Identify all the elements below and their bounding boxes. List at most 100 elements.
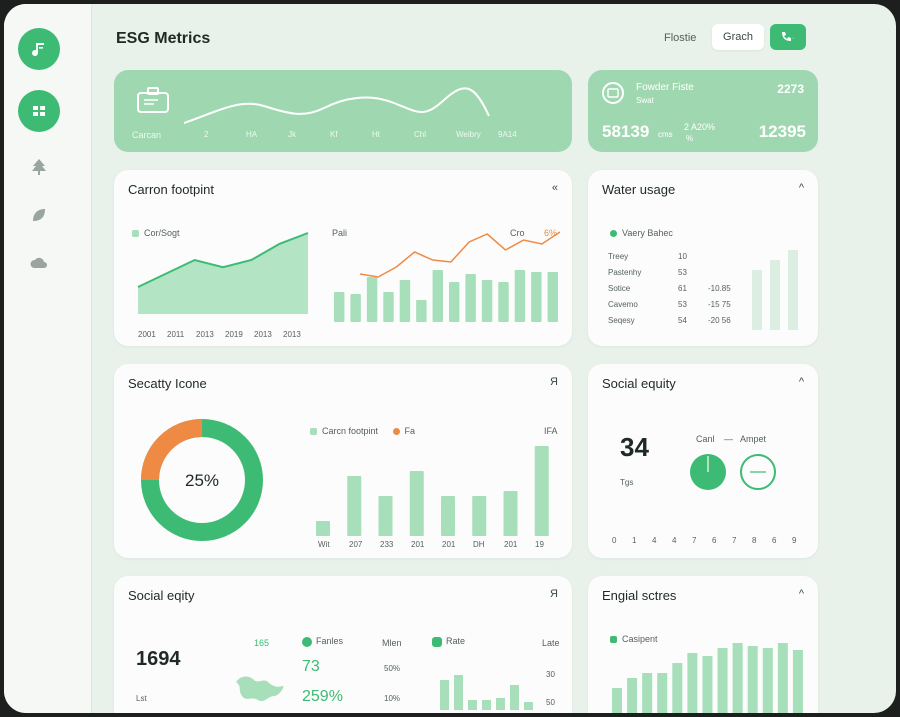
phone-icon: · (782, 32, 794, 42)
water-card-title: Water usage (602, 182, 676, 197)
energy-bar (627, 678, 638, 713)
social-bottom-big-sub: Lst (136, 694, 147, 703)
social-card-collapse-icon[interactable]: ^ (799, 376, 804, 388)
energy-bar (732, 643, 743, 713)
dashboard-nav-icon[interactable] (18, 90, 60, 132)
axis-label: 201 (442, 540, 456, 549)
hero-value-3: 12395 (758, 122, 806, 141)
axis-label: 2019 (225, 330, 243, 339)
carbon-bar (366, 277, 378, 322)
axis-label: 207 (349, 540, 363, 549)
security-legend-orange: Fa (404, 426, 416, 436)
social-bottom-title: Social eqity (128, 588, 195, 603)
axis-label: 6 (712, 536, 717, 545)
hero-value-1: 58139 (602, 122, 650, 141)
sidebar (4, 4, 92, 713)
security-top-right: IFA (544, 426, 558, 436)
social-right-1: 30 (546, 670, 555, 679)
axis-label: 7 (692, 536, 697, 545)
water-cell-v2: -20 56 (708, 316, 731, 325)
social-legend-rate: Rate (432, 636, 465, 647)
hero-label: Carcan (132, 130, 162, 140)
energy-card-title: Engial sctres (602, 588, 677, 603)
water-cell-v1: 61 (678, 284, 687, 293)
legend-swatch (432, 636, 442, 647)
social-bar (510, 685, 519, 710)
carbon-card-collapse-icon[interactable]: « (552, 182, 558, 194)
energy-bar (642, 673, 653, 713)
water-cell-label: Pastenhy (608, 268, 642, 277)
carbon-bar (465, 274, 476, 322)
briefcase-icon (136, 86, 172, 119)
social-big-number: 34 (620, 432, 649, 462)
legend-swatch (302, 636, 312, 647)
axis-label: Kf (330, 130, 338, 139)
carbon-orange-line (359, 231, 560, 278)
legend-swatch (610, 230, 617, 238)
search-button[interactable]: Grach (712, 24, 764, 50)
axis-label: 4 (652, 536, 657, 545)
axis-label: HA (246, 130, 258, 139)
axis-label: 9 (792, 536, 797, 545)
water-legend: Vaery Bahec (610, 228, 673, 238)
social-bar (468, 700, 477, 710)
app-logo-icon[interactable] (18, 28, 60, 70)
hero-summary-title: Fowder Fiste (636, 82, 694, 93)
social-legend-fanles: Fanles (302, 636, 343, 647)
axis-label: Chl (414, 130, 427, 139)
security-legend-green: Carcn footpint (322, 426, 379, 436)
hero-summary-top-value: 2273 (777, 82, 804, 96)
social-bar (454, 675, 463, 710)
leaf-nav-icon[interactable] (28, 204, 50, 226)
energy-bar (747, 646, 758, 713)
social-big-sub: Tgs (620, 478, 634, 487)
security-card-title: Secatty Icone (128, 376, 207, 391)
social-bar-chart (440, 675, 533, 710)
axis-label: Weibry (456, 130, 481, 139)
water-cell-v1: 10 (678, 252, 687, 261)
security-bar (347, 476, 362, 536)
hero-summary-banner: Fowder Fiste Swat 2273 58139 cms 2 A20% … (588, 70, 818, 152)
svg-text:·: · (792, 35, 794, 42)
carbon-bar (531, 272, 542, 322)
axis-label: 2013 (254, 330, 272, 339)
water-bar (752, 270, 762, 330)
energy-bar (612, 688, 622, 713)
carbon-bar (350, 294, 361, 322)
carbon-card-title: Carron footpint (128, 182, 214, 197)
tree-nav-icon[interactable] (28, 156, 50, 178)
call-button[interactable]: · (770, 24, 806, 50)
world-map-icon (236, 676, 284, 702)
carbon-bar (547, 272, 558, 322)
security-bar (472, 496, 487, 536)
carbon-bar (514, 270, 526, 322)
axis-label: 4 (672, 536, 677, 545)
axis-label: 1 (632, 536, 637, 545)
security-bar (534, 446, 549, 536)
security-bar (316, 521, 330, 536)
carbon-bar (481, 280, 493, 322)
water-legend-label: Vaery Bahec (622, 228, 673, 238)
social-pct-2: 10% (384, 694, 401, 703)
hero-summary-subtitle: Swat (636, 96, 654, 105)
security-legend: Carcn footpint Fa (310, 426, 415, 436)
energy-card-collapse-icon[interactable]: ^ (799, 588, 804, 600)
social-bottom-menu-icon[interactable]: Я (550, 588, 558, 600)
social-label-sep: — (724, 434, 733, 444)
globe-icon (602, 82, 624, 104)
energy-scores-card: Engial sctres ^ Casipent (588, 576, 818, 713)
water-cell-v1: 53 (678, 268, 687, 277)
axis-label: 2 (204, 130, 209, 139)
water-cell-v2: -10.85 (708, 284, 731, 293)
carbon-bar (449, 282, 460, 322)
hero-trend-banner: Carcan 2 HA Jk Kf Ht Chl Weibry 9A14 (114, 70, 572, 152)
water-cell-v1: 54 (678, 316, 687, 325)
security-bar (503, 491, 518, 536)
security-card-menu-icon[interactable]: Я (550, 376, 558, 388)
profile-link[interactable]: Flostie (664, 32, 696, 44)
energy-bar (702, 656, 713, 713)
water-card-collapse-icon[interactable]: ^ (799, 182, 804, 194)
axis-label: DH (473, 540, 485, 549)
cloud-nav-icon[interactable] (28, 252, 50, 274)
axis-label: 233 (380, 540, 394, 549)
